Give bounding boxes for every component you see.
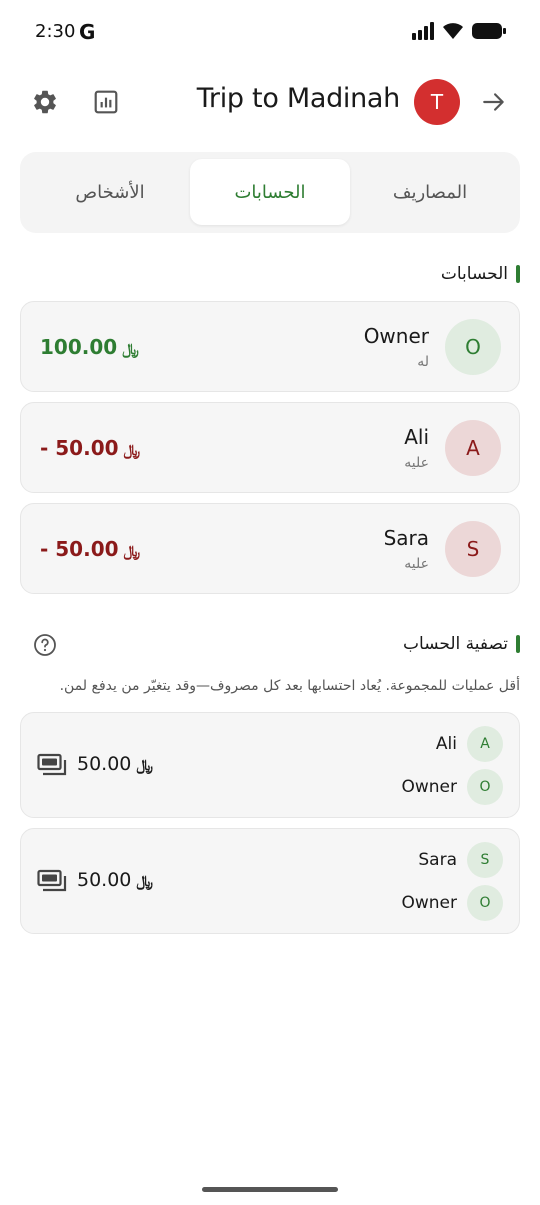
balances-section-header: الحسابات: [441, 264, 520, 284]
balances-section-title: الحسابات: [440, 264, 508, 284]
battery-icon: [472, 23, 506, 39]
tab-balances[interactable]: الحسابات: [190, 159, 350, 225]
status-icons: [412, 22, 506, 40]
currency-symbol: ﷼: [136, 756, 154, 774]
balance-amount: - 50.00 ﷼: [40, 436, 140, 460]
cash-icon: [37, 869, 67, 892]
tab-expenses[interactable]: المصاريف: [350, 159, 510, 225]
amount-value: 100.00: [40, 335, 118, 359]
member-name: Sara: [383, 526, 429, 550]
balance-status: له: [417, 354, 429, 370]
cash-icon: [37, 753, 67, 776]
settings-icon: [34, 90, 56, 114]
settlement-section-title: تصفية الحساب: [403, 634, 508, 654]
app-bar: Trip to Madinah T: [0, 70, 540, 134]
member-name: Owner: [363, 324, 429, 348]
segmented-tabs: الأشخاص الحسابات المصاريف: [20, 152, 520, 233]
amount-value: - 50.00: [40, 537, 119, 561]
signal-icon: [412, 22, 434, 40]
balance-card-sara[interactable]: S Sara عليه - 50.00 ﷼: [20, 503, 520, 594]
page-title: Trip to Madinah: [196, 83, 401, 114]
balance-amount: - 50.00 ﷼: [40, 537, 140, 561]
balance-amount: 100.00 ﷼: [40, 335, 139, 359]
forward-button[interactable]: [476, 84, 512, 120]
stats-button[interactable]: [88, 84, 124, 120]
balance-status: عليه: [404, 556, 429, 572]
payer-name: Sara: [418, 850, 457, 870]
wifi-icon: [443, 23, 463, 39]
member-avatar: A: [445, 420, 501, 476]
payee-name: Owner: [401, 893, 457, 913]
payer-avatar: S: [467, 842, 503, 878]
payer-avatar: A: [467, 726, 503, 762]
currency-symbol: ﷼: [123, 542, 141, 560]
section-accent-bar: [516, 635, 520, 653]
arrow-forward-icon: [483, 93, 504, 111]
balance-status: عليه: [404, 455, 429, 471]
amount-value: - 50.00: [40, 436, 119, 460]
amount-value: 50.00: [77, 869, 132, 891]
currency-symbol: ﷼: [122, 340, 139, 358]
currency-symbol: ﷼: [123, 441, 141, 459]
settlement-card[interactable]: S Sara O Owner 50.00 ﷼: [20, 828, 520, 934]
settlement-card[interactable]: A Ali O Owner 50.00 ﷼: [20, 712, 520, 818]
balance-card-owner[interactable]: O Owner له 100.00 ﷼: [20, 301, 520, 392]
member-avatar: O: [445, 319, 501, 375]
currency-symbol: ﷼: [136, 872, 154, 890]
payee-name: Owner: [401, 777, 457, 797]
status-bar: 2:30 G: [0, 0, 540, 66]
tab-people[interactable]: الأشخاص: [30, 159, 190, 225]
group-avatar[interactable]: T: [414, 79, 460, 125]
settlement-description: أقل عمليات للمجموعة. يُعاد احتسابها بعد …: [59, 678, 520, 694]
settings-button[interactable]: [27, 84, 63, 120]
chart-icon: [94, 90, 118, 114]
home-indicator[interactable]: [202, 1187, 338, 1192]
member-avatar: S: [445, 521, 501, 577]
member-name: Ali: [404, 425, 429, 449]
amount-value: 50.00: [77, 753, 132, 775]
google-icon: G: [79, 20, 96, 44]
payer-name: Ali: [435, 734, 457, 754]
settlement-amount: 50.00 ﷼: [77, 753, 153, 775]
payee-avatar: O: [467, 769, 503, 805]
help-icon[interactable]: [33, 633, 57, 657]
settlement-section-header: تصفية الحساب: [403, 634, 520, 654]
status-time: 2:30: [35, 21, 76, 42]
payee-avatar: O: [467, 885, 503, 921]
section-accent-bar: [516, 265, 520, 283]
settlement-amount: 50.00 ﷼: [77, 869, 153, 891]
balance-card-ali[interactable]: A Ali عليه - 50.00 ﷼: [20, 402, 520, 493]
